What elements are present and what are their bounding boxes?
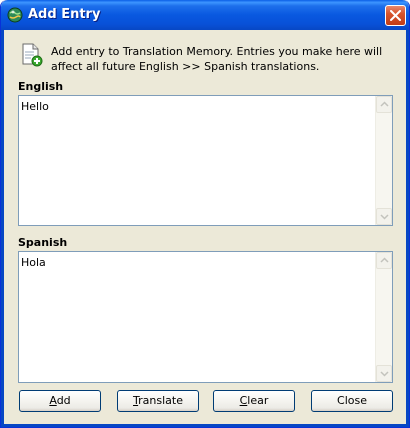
translate-button-label: ranslate (138, 394, 183, 407)
info-message: Add entry to Translation Memory. Entries… (51, 45, 383, 73)
spanish-textbox[interactable]: Hola (18, 251, 393, 383)
close-button[interactable]: Close (311, 390, 393, 412)
spanish-scroll-down-button[interactable] (376, 365, 392, 382)
clear-button-label: lear (247, 394, 269, 407)
spanish-input[interactable]: Hola (19, 252, 375, 382)
add-button[interactable]: Add (19, 390, 101, 412)
spanish-scrollbar[interactable] (375, 252, 392, 382)
window-border-right (406, 30, 409, 427)
english-scroll-down-button[interactable] (376, 208, 392, 225)
translate-button[interactable]: Translate (117, 390, 199, 412)
english-textbox[interactable]: Hello (18, 95, 393, 226)
clear-button[interactable]: Clear (213, 390, 295, 412)
spanish-scroll-up-button[interactable] (376, 252, 392, 269)
add-entry-dialog: Add Entry Add entry to Translation Memor… (0, 0, 410, 428)
chevron-up-icon (380, 101, 389, 107)
chevron-down-icon (380, 371, 389, 377)
app-globe-icon (7, 7, 23, 23)
title-bar[interactable]: Add Entry (1, 0, 409, 30)
chevron-up-icon (380, 257, 389, 263)
close-window-button[interactable] (385, 5, 406, 26)
spanish-label: Spanish (18, 236, 68, 249)
english-label: English (18, 80, 64, 93)
add-button-label: dd (56, 394, 71, 407)
english-input[interactable]: Hello (19, 96, 375, 225)
chevron-down-icon (380, 214, 389, 220)
add-document-icon (22, 43, 43, 67)
english-scroll-up-button[interactable] (376, 96, 392, 113)
close-icon (390, 10, 401, 21)
window-border-bottom (1, 424, 409, 427)
close-button-label: Close (337, 394, 367, 407)
english-scrollbar[interactable] (375, 96, 392, 225)
dialog-content: Add entry to Translation Memory. Entries… (4, 30, 406, 424)
window-title: Add Entry (28, 7, 101, 22)
add-button-mnemonic: A (49, 394, 57, 407)
